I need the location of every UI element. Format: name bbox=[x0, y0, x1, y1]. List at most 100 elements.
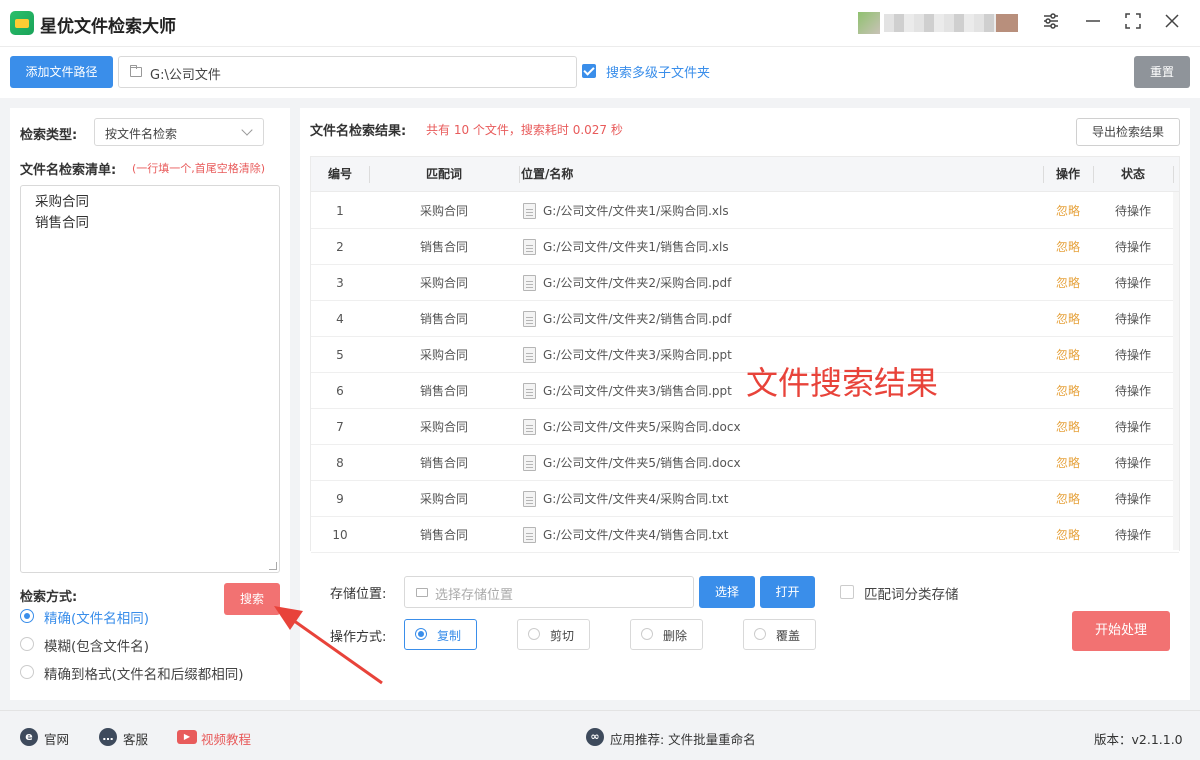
row-ignore-link[interactable]: 忽略 bbox=[1043, 265, 1093, 301]
annotation-text: 文件搜索结果 bbox=[746, 364, 939, 402]
row-status: 待操作 bbox=[1114, 384, 1151, 398]
table-row[interactable]: 7 采购合同 G:/公司文件/文件夹5/采购合同.docx 忽略 待操作 bbox=[311, 409, 1179, 445]
start-processing-button[interactable]: 开始处理 bbox=[1072, 611, 1170, 651]
table-row[interactable]: 10 销售合同 G:/公司文件/文件夹4/销售合同.txt 忽略 待操作 bbox=[311, 517, 1179, 553]
column-divider[interactable] bbox=[519, 166, 520, 183]
minimize-icon[interactable] bbox=[1082, 12, 1104, 34]
search-type-select[interactable]: 按文件名检索 bbox=[94, 118, 264, 146]
path-toolbar: 添加文件路径 G:\公司文件 搜索多级子文件夹 重置 bbox=[0, 46, 1200, 98]
row-path: G:/公司文件/文件夹3/采购合同.ppt bbox=[543, 348, 732, 362]
support-link[interactable]: … 客服 bbox=[99, 727, 159, 747]
radio-selected-icon bbox=[415, 628, 427, 640]
row-ignore-link[interactable]: 忽略 bbox=[1043, 193, 1093, 229]
table-row[interactable]: 1 采购合同 G:/公司文件/文件夹1/采购合同.xls 忽略 待操作 bbox=[311, 193, 1179, 229]
row-path-cell: G:/公司文件/文件夹2/销售合同.pdf bbox=[523, 301, 1043, 337]
mode-exact-format-option[interactable]: 精确到格式(文件名和后缀都相同) bbox=[20, 662, 280, 683]
user-avatar[interactable] bbox=[858, 12, 880, 34]
table-scrollbar[interactable] bbox=[1173, 192, 1179, 550]
column-header-no[interactable]: 编号 bbox=[311, 157, 369, 192]
mode-exact-format-label: 精确到格式(文件名和后缀都相同) bbox=[44, 667, 244, 683]
table-row[interactable]: 8 销售合同 G:/公司文件/文件夹5/销售合同.docx 忽略 待操作 bbox=[311, 445, 1179, 481]
row-ignore-link[interactable]: 忽略 bbox=[1043, 517, 1093, 553]
results-title: 文件名检索结果: bbox=[310, 124, 407, 139]
row-number: 2 bbox=[336, 240, 344, 254]
radio-icon bbox=[528, 628, 540, 640]
row-ignore-link[interactable]: 忽略 bbox=[1043, 337, 1093, 373]
row-ignore-link[interactable]: 忽略 bbox=[1043, 373, 1093, 409]
column-header-action[interactable]: 操作 bbox=[1043, 157, 1093, 192]
table-row[interactable]: 4 销售合同 G:/公司文件/文件夹2/销售合同.pdf 忽略 待操作 bbox=[311, 301, 1179, 337]
names-textarea[interactable]: 采购合同 销售合同 bbox=[20, 185, 280, 573]
table-row[interactable]: 9 采购合同 G:/公司文件/文件夹4/采购合同.txt 忽略 待操作 bbox=[311, 481, 1179, 517]
table-row[interactable]: 2 销售合同 G:/公司文件/文件夹1/销售合同.xls 忽略 待操作 bbox=[311, 229, 1179, 265]
mode-exact-option[interactable]: 精确(文件名相同) bbox=[20, 606, 220, 627]
row-status: 待操作 bbox=[1114, 420, 1151, 434]
row-ignore-link[interactable]: 忽略 bbox=[1043, 301, 1093, 337]
operation-cut-option[interactable]: 剪切 bbox=[517, 619, 590, 650]
row-keyword: 销售合同 bbox=[419, 384, 468, 398]
user-name-blurred[interactable] bbox=[884, 14, 1018, 32]
operation-copy-label: 复制 bbox=[437, 629, 462, 643]
row-number: 6 bbox=[336, 384, 344, 398]
results-summary: 共有 10 个文件，搜索耗时 0.027 秒 bbox=[426, 123, 623, 137]
support-label: 客服 bbox=[123, 732, 149, 747]
operation-label: 操作方式: bbox=[330, 630, 387, 645]
row-ignore-link[interactable]: 忽略 bbox=[1043, 409, 1093, 445]
table-row[interactable]: 3 采购合同 G:/公司文件/文件夹2/采购合同.pdf 忽略 待操作 bbox=[311, 265, 1179, 301]
search-settings-panel: 检索类型: 按文件名检索 文件名检索清单: (一行填一个,首尾空格清除) 采购合… bbox=[10, 108, 290, 700]
table-row[interactable]: 5 采购合同 G:/公司文件/文件夹3/采购合同.ppt 忽略 待操作 bbox=[311, 337, 1179, 373]
maximize-icon[interactable] bbox=[1122, 12, 1144, 34]
row-path: G:/公司文件/文件夹1/采购合同.xls bbox=[543, 204, 729, 218]
row-ignore-link[interactable]: 忽略 bbox=[1043, 445, 1093, 481]
subfolder-checkbox-label[interactable]: 搜索多级子文件夹 bbox=[606, 62, 710, 81]
row-keyword: 采购合同 bbox=[419, 204, 468, 218]
search-button[interactable]: 搜索 bbox=[224, 583, 280, 615]
table-row[interactable]: 6 销售合同 G:/公司文件/文件夹3/销售合同.ppt 忽略 待操作 bbox=[311, 373, 1179, 409]
storage-label: 存储位置: bbox=[330, 587, 387, 602]
operation-copy-option[interactable]: 复制 bbox=[404, 619, 477, 650]
column-header-keyword[interactable]: 匹配词 bbox=[369, 157, 519, 192]
column-divider[interactable] bbox=[1173, 166, 1174, 183]
storage-location-input[interactable]: 选择存储位置 bbox=[404, 576, 694, 608]
video-tutorial-link[interactable]: ▶ 视频教程 bbox=[177, 727, 267, 747]
row-status: 待操作 bbox=[1114, 240, 1151, 254]
website-e-icon: e bbox=[20, 728, 38, 746]
chevron-down-icon bbox=[241, 124, 253, 136]
classify-storage-checkbox[interactable] bbox=[840, 585, 854, 599]
operation-overwrite-option[interactable]: 覆盖 bbox=[743, 619, 816, 650]
mode-fuzzy-option[interactable]: 模糊(包含文件名) bbox=[20, 634, 220, 655]
path-input[interactable]: G:\公司文件 bbox=[118, 56, 577, 88]
row-ignore-link[interactable]: 忽略 bbox=[1043, 229, 1093, 265]
settings-sliders-icon[interactable] bbox=[1040, 12, 1062, 34]
subfolder-checkbox[interactable] bbox=[582, 64, 596, 78]
column-header-path[interactable]: 位置/名称 bbox=[521, 157, 1021, 192]
export-results-button[interactable]: 导出检索结果 bbox=[1076, 118, 1180, 146]
operation-delete-option[interactable]: 删除 bbox=[630, 619, 703, 650]
file-icon bbox=[523, 491, 536, 507]
close-icon[interactable] bbox=[1161, 12, 1183, 34]
add-file-path-button[interactable]: 添加文件路径 bbox=[10, 56, 113, 88]
file-icon bbox=[523, 383, 536, 399]
reset-button[interactable]: 重置 bbox=[1134, 56, 1190, 88]
row-number: 1 bbox=[336, 204, 344, 218]
folder-icon bbox=[416, 588, 428, 597]
row-ignore-link[interactable]: 忽略 bbox=[1043, 481, 1093, 517]
operation-cut-label: 剪切 bbox=[550, 629, 575, 643]
file-icon bbox=[523, 419, 536, 435]
resize-grip-icon[interactable] bbox=[269, 562, 277, 570]
row-path-cell: G:/公司文件/文件夹1/销售合同.xls bbox=[523, 229, 1043, 265]
row-path: G:/公司文件/文件夹2/采购合同.pdf bbox=[543, 276, 732, 290]
classify-storage-label[interactable]: 匹配词分类存储 bbox=[864, 583, 959, 603]
operation-overwrite-label: 覆盖 bbox=[776, 629, 801, 643]
radio-icon bbox=[20, 637, 34, 651]
website-link[interactable]: e 官网 bbox=[20, 727, 80, 747]
row-number: 3 bbox=[336, 276, 344, 290]
column-header-status[interactable]: 状态 bbox=[1093, 157, 1173, 192]
operation-delete-label: 删除 bbox=[663, 629, 688, 643]
app-recommendation[interactable]: 应用推荐: 文件批量重命名 bbox=[610, 729, 756, 748]
choose-storage-button[interactable]: 选择 bbox=[699, 576, 755, 608]
open-storage-button[interactable]: 打开 bbox=[760, 576, 815, 608]
row-path-cell: G:/公司文件/文件夹5/销售合同.docx bbox=[523, 445, 1043, 481]
file-icon bbox=[523, 527, 536, 543]
radio-icon bbox=[754, 628, 766, 640]
